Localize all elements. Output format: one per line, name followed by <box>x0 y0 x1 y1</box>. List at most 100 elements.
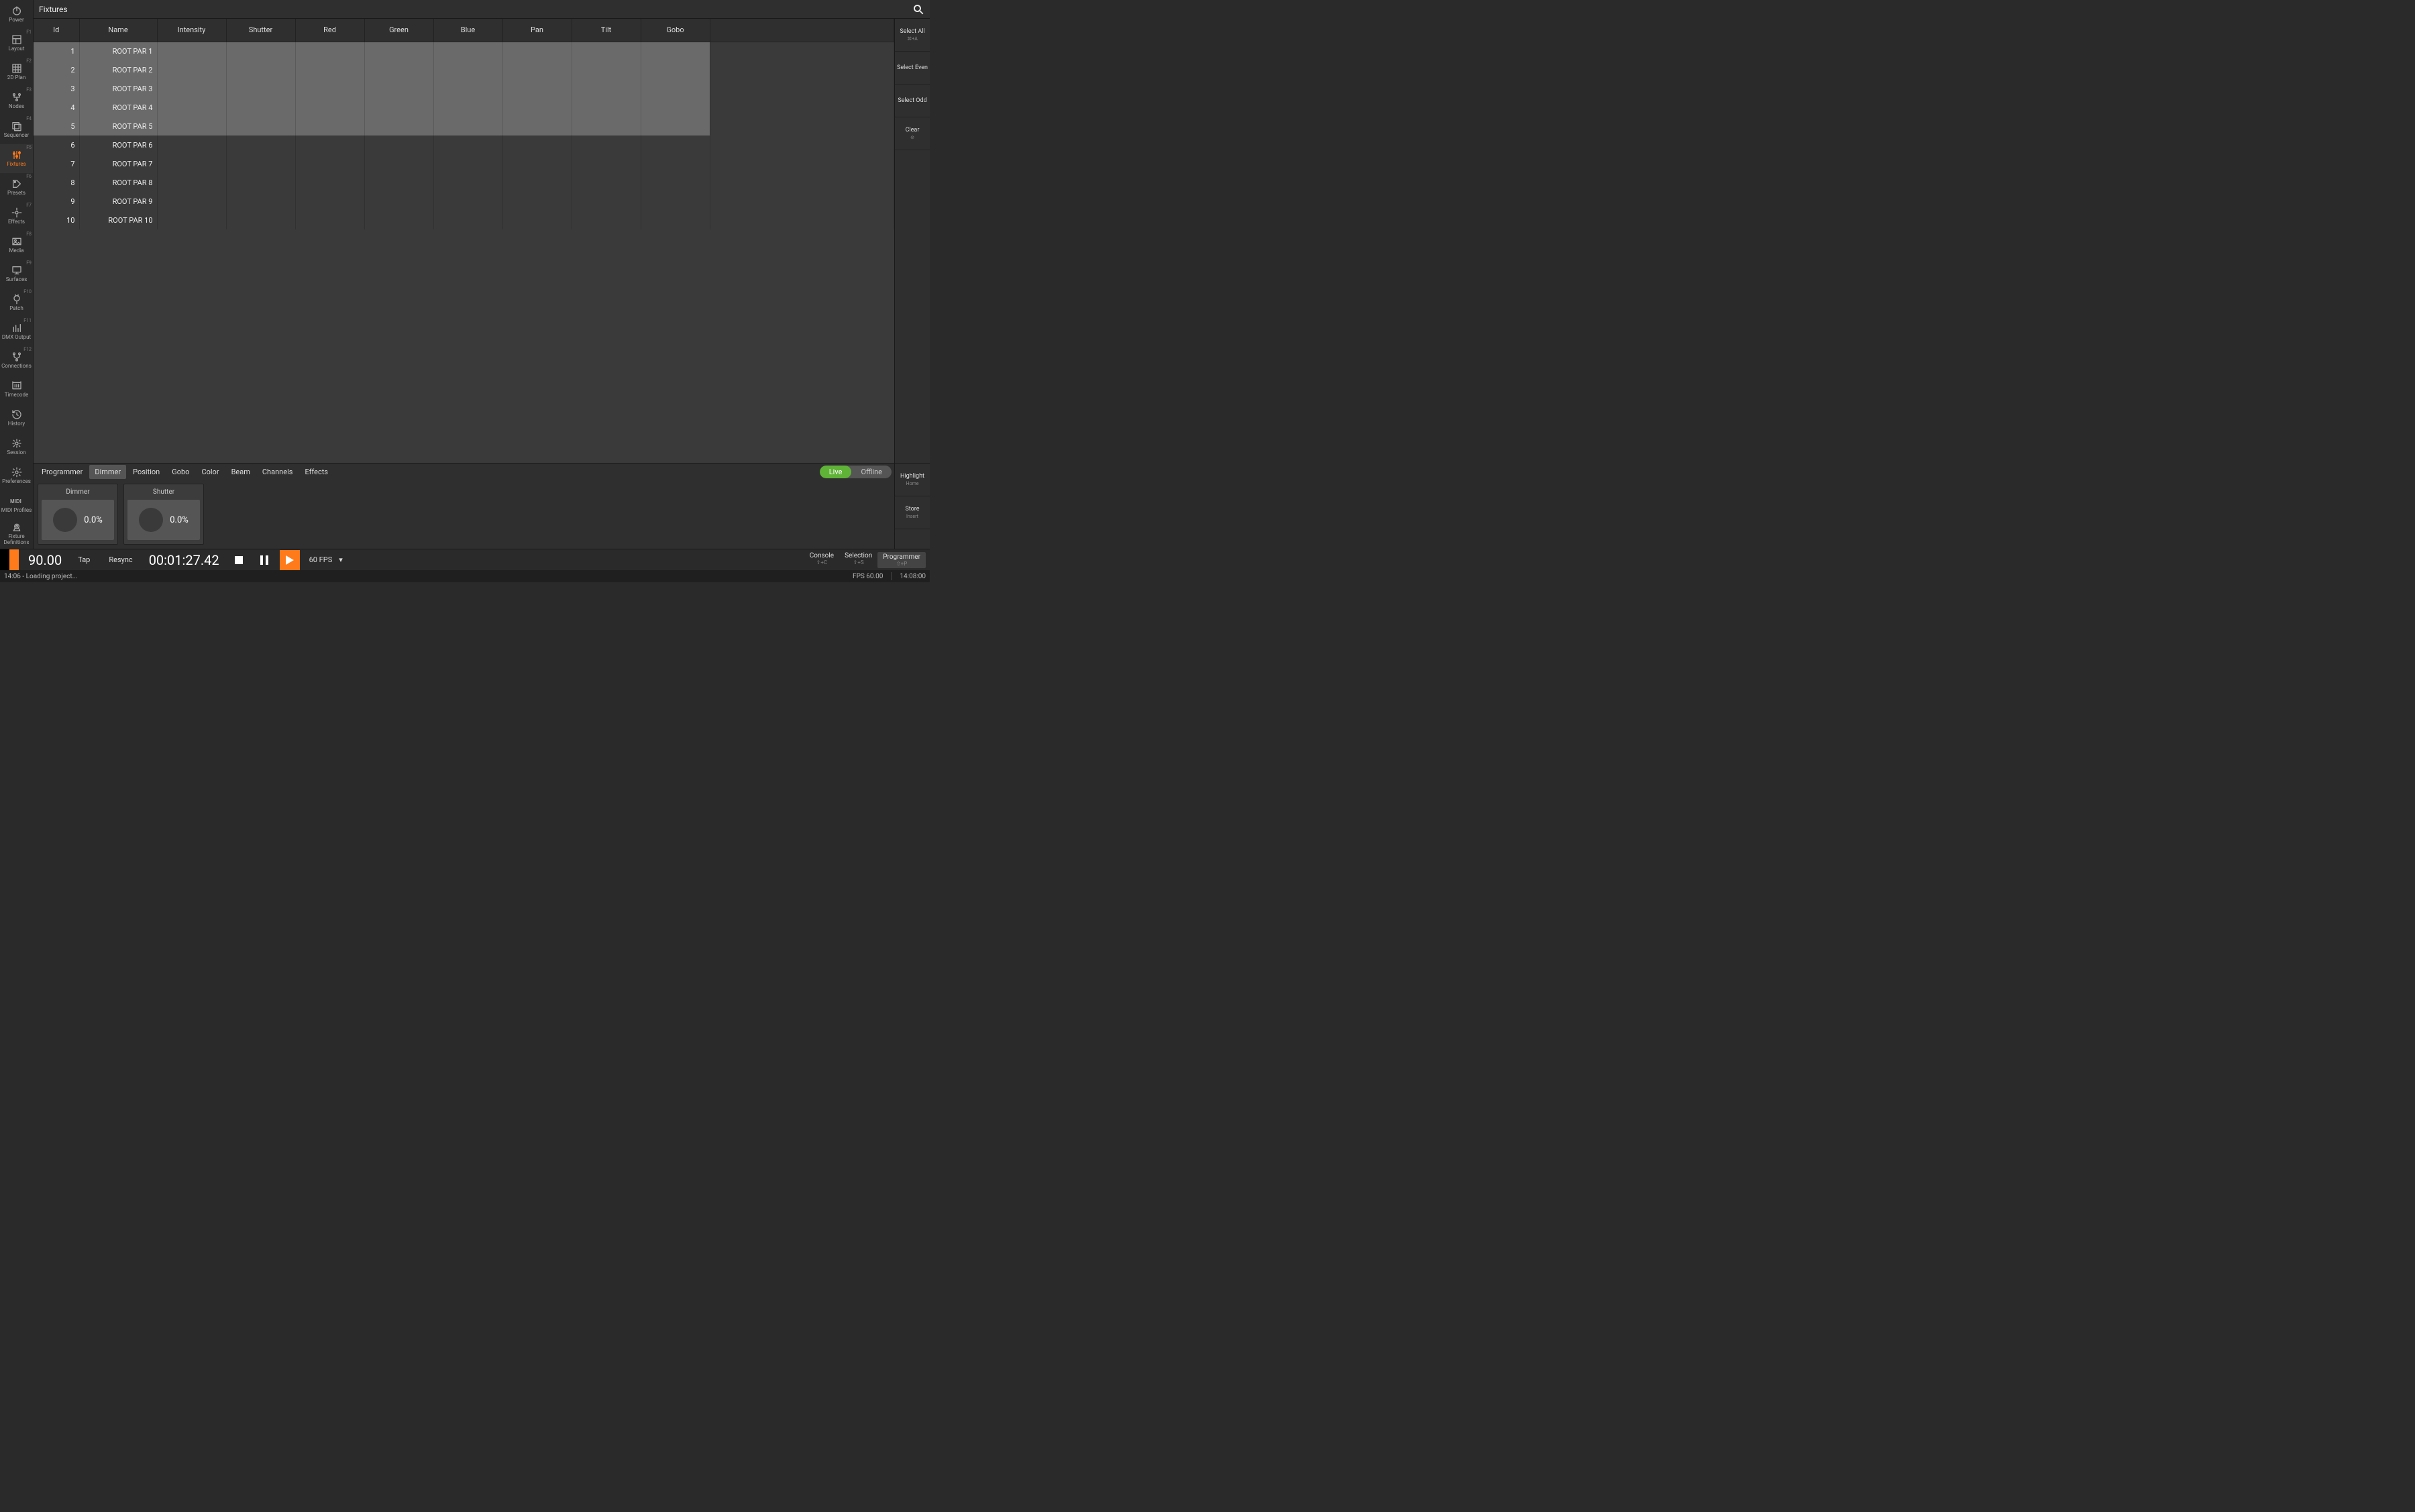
table-row[interactable]: 8ROOT PAR 8 <box>34 173 894 192</box>
cell-attr[interactable] <box>226 154 295 173</box>
cell-name[interactable]: ROOT PAR 7 <box>79 154 157 173</box>
live-offline-toggle[interactable]: LiveOffline <box>820 466 892 478</box>
cell-attr[interactable] <box>502 211 572 229</box>
cell-attr[interactable] <box>364 60 433 79</box>
cell-attr[interactable] <box>502 98 572 117</box>
encoder-knob[interactable] <box>139 508 163 532</box>
cell-attr[interactable] <box>295 173 364 192</box>
cell-attr[interactable] <box>502 173 572 192</box>
cell-attr[interactable] <box>157 60 226 79</box>
cell-attr[interactable] <box>502 192 572 211</box>
sidebar-item-session[interactable]: Session <box>0 433 33 462</box>
cell-attr[interactable] <box>364 79 433 98</box>
cell-attr[interactable] <box>433 211 502 229</box>
cell-attr[interactable] <box>433 79 502 98</box>
rail-select-all[interactable]: Select All⌘+A <box>895 19 930 52</box>
cell-attr[interactable] <box>502 154 572 173</box>
cell-attr[interactable] <box>641 79 710 98</box>
tab-position[interactable]: Position <box>127 465 165 479</box>
column-header-red[interactable]: Red <box>295 19 364 42</box>
cell-attr[interactable] <box>226 42 295 60</box>
cell-attr[interactable] <box>641 192 710 211</box>
cell-attr[interactable] <box>502 79 572 98</box>
resync-button[interactable]: Resync <box>102 551 139 568</box>
cell-id[interactable]: 7 <box>34 154 79 173</box>
encoder-dimmer[interactable]: Dimmer 0.0% <box>38 484 118 545</box>
cell-name[interactable]: ROOT PAR 10 <box>79 211 157 229</box>
cell-id[interactable]: 3 <box>34 79 79 98</box>
cell-attr[interactable] <box>364 211 433 229</box>
cell-attr[interactable] <box>364 117 433 136</box>
cell-attr[interactable] <box>226 79 295 98</box>
cell-attr[interactable] <box>295 192 364 211</box>
cell-attr[interactable] <box>433 117 502 136</box>
cell-attr[interactable] <box>364 192 433 211</box>
cell-attr[interactable] <box>364 173 433 192</box>
cell-attr[interactable] <box>433 98 502 117</box>
sidebar-item-fixture-definitions[interactable]: Fixture Definitions <box>0 519 33 548</box>
rail-select-even[interactable]: Select Even <box>895 52 930 85</box>
cell-attr[interactable] <box>226 60 295 79</box>
bpm-display[interactable]: 90.00 <box>24 552 66 568</box>
cell-attr[interactable] <box>157 98 226 117</box>
sidebar-item-layout[interactable]: F1Layout <box>0 29 33 58</box>
offline-option[interactable]: Offline <box>851 466 892 478</box>
fps-selector[interactable]: 60 FPS ▾ <box>305 555 347 564</box>
cell-attr[interactable] <box>295 117 364 136</box>
cell-id[interactable]: 10 <box>34 211 79 229</box>
cell-attr[interactable] <box>295 42 364 60</box>
table-row[interactable]: 4ROOT PAR 4 <box>34 98 894 117</box>
stop-button[interactable] <box>229 550 249 570</box>
cell-attr[interactable] <box>364 136 433 154</box>
cell-id[interactable]: 8 <box>34 173 79 192</box>
encoder-shutter[interactable]: Shutter 0.0% <box>123 484 204 545</box>
cell-attr[interactable] <box>502 42 572 60</box>
cell-id[interactable]: 1 <box>34 42 79 60</box>
cell-attr[interactable] <box>364 42 433 60</box>
cell-id[interactable]: 9 <box>34 192 79 211</box>
cell-attr[interactable] <box>572 173 641 192</box>
cell-attr[interactable] <box>226 117 295 136</box>
sidebar-item-media[interactable]: F8Media <box>0 231 33 260</box>
column-header-intensity[interactable]: Intensity <box>157 19 226 42</box>
cell-attr[interactable] <box>157 192 226 211</box>
cell-attr[interactable] <box>295 60 364 79</box>
sidebar-item-preferences[interactable]: Preferences <box>0 462 33 490</box>
cell-attr[interactable] <box>641 98 710 117</box>
cell-name[interactable]: ROOT PAR 3 <box>79 79 157 98</box>
sidebar-item-presets[interactable]: F6Presets <box>0 173 33 202</box>
sidebar-item-2d-plan[interactable]: F22D Plan <box>0 58 33 87</box>
cell-attr[interactable] <box>295 211 364 229</box>
cell-attr[interactable] <box>157 211 226 229</box>
cell-attr[interactable] <box>572 192 641 211</box>
cell-attr[interactable] <box>226 211 295 229</box>
cell-attr[interactable] <box>641 60 710 79</box>
table-row[interactable]: 2ROOT PAR 2 <box>34 60 894 79</box>
transport-selection[interactable]: Selection⇧+S <box>839 552 877 568</box>
table-row[interactable]: 3ROOT PAR 3 <box>34 79 894 98</box>
cell-name[interactable]: ROOT PAR 5 <box>79 117 157 136</box>
cell-name[interactable]: ROOT PAR 8 <box>79 173 157 192</box>
cell-attr[interactable] <box>433 136 502 154</box>
live-option[interactable]: Live <box>820 466 852 478</box>
sidebar-item-history[interactable]: History <box>0 404 33 433</box>
sidebar-item-fixtures[interactable]: F5Fixtures <box>0 144 33 173</box>
sidebar-item-surfaces[interactable]: F9Surfaces <box>0 260 33 288</box>
cell-attr[interactable] <box>641 173 710 192</box>
cell-attr[interactable] <box>572 117 641 136</box>
table-row[interactable]: 9ROOT PAR 9 <box>34 192 894 211</box>
table-row[interactable]: 6ROOT PAR 6 <box>34 136 894 154</box>
column-header-pan[interactable]: Pan <box>502 19 572 42</box>
sidebar-item-effects[interactable]: F7Effects <box>0 202 33 231</box>
sidebar-item-timecode[interactable]: Timecode <box>0 375 33 404</box>
cell-id[interactable]: 6 <box>34 136 79 154</box>
table-row[interactable]: 1ROOT PAR 1 <box>34 42 894 60</box>
prog-side-store[interactable]: StoreInsert <box>895 496 930 529</box>
column-header-name[interactable]: Name <box>79 19 157 42</box>
tab-dimmer[interactable]: Dimmer <box>89 465 126 479</box>
cell-attr[interactable] <box>433 192 502 211</box>
table-row[interactable]: 10ROOT PAR 10 <box>34 211 894 229</box>
cell-attr[interactable] <box>226 192 295 211</box>
cell-attr[interactable] <box>433 42 502 60</box>
cell-attr[interactable] <box>226 98 295 117</box>
